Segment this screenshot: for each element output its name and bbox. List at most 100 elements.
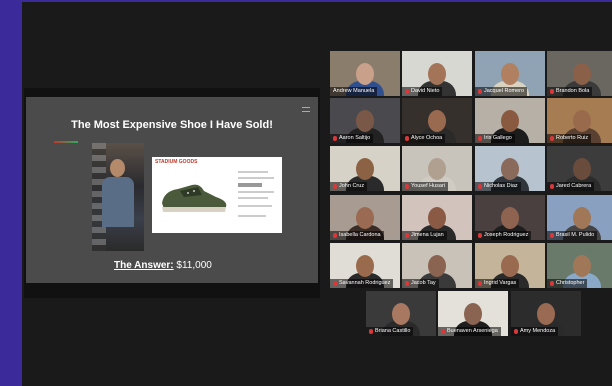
participant-name: John Cruz (339, 183, 365, 189)
muted-mic-icon (478, 89, 482, 94)
participant-tile[interactable]: Briana Castillo (366, 291, 436, 336)
participant-face (501, 110, 519, 132)
answer-label: The Answer: (114, 260, 174, 271)
participant-face (501, 255, 519, 277)
participant-tile[interactable]: John Cruz (330, 146, 400, 191)
participant-nametag: Andrew Manuela (330, 87, 378, 96)
participant-name: Brandon Bola (556, 88, 590, 94)
participant-tile[interactable]: Savannah Rodriguez (330, 243, 400, 288)
participant-face (573, 158, 591, 180)
participant-tile[interactable]: Isabella Cardona (330, 195, 400, 240)
participant-nametag: Brandon Bola (547, 87, 593, 96)
participant-face (573, 110, 591, 132)
participant-nametag: David Nieto (402, 87, 443, 96)
participant-face (573, 207, 591, 229)
slide-menu-icon (302, 107, 310, 112)
participant-nametag: Yousef Husari (402, 182, 449, 191)
participant-tile[interactable]: Amy Mendoza (511, 291, 581, 336)
muted-mic-icon (333, 233, 337, 238)
participant-tile[interactable]: Buenaven Arseniega (438, 291, 508, 336)
participant-name: Nicholas Diaz (484, 183, 518, 189)
participant-name: Jacquel Romero (484, 88, 525, 94)
participant-name: Jimena Lujan (411, 232, 444, 238)
shoe-listing-screenshot: STADIUM GOODS (152, 157, 282, 233)
muted-mic-icon (405, 281, 409, 286)
participant-name: Alyce Ochoa (411, 135, 443, 141)
participant-tile[interactable]: Brasil M. Pulido (547, 195, 612, 240)
presentation-slide: The Most Expensive Shoe I Have Sold! STA… (26, 97, 318, 283)
participant-tile[interactable]: Yousef Husari (402, 146, 472, 191)
participant-nametag: Jacob Tay (402, 279, 439, 288)
participant-tile[interactable]: Roberto Ruiz (547, 98, 612, 143)
participant-face (501, 63, 519, 85)
participant-nametag: Iris Gallego (475, 134, 515, 143)
participant-face (428, 110, 446, 132)
participant-nametag: Savannah Rodriguez (330, 279, 394, 288)
participant-tile[interactable]: Joseph Rodriguez (475, 195, 545, 240)
participant-tile[interactable]: Nicholas Diaz (475, 146, 545, 191)
muted-mic-icon (478, 233, 482, 238)
participant-tile[interactable]: Christopher (547, 243, 612, 288)
participant-nametag: Briana Castillo (366, 327, 414, 336)
muted-mic-icon (550, 233, 554, 238)
muted-mic-icon (405, 233, 409, 238)
participant-tile[interactable]: Jacob Tay (402, 243, 472, 288)
participant-nametag: Nicholas Diaz (475, 182, 521, 191)
participant-face (428, 63, 446, 85)
participant-tile[interactable]: Iris Gallego (475, 98, 545, 143)
participant-tile[interactable]: Brandon Bola (547, 51, 612, 96)
participant-tile[interactable]: Andrew Manuela (330, 51, 400, 96)
participant-tile[interactable]: Jared Cabrera (547, 146, 612, 191)
participant-tile[interactable]: Ingrid Vargas (475, 243, 545, 288)
participant-nametag: Buenaven Arseniega (438, 327, 501, 336)
participant-face (356, 63, 374, 85)
participant-nametag: Christopher (547, 279, 588, 288)
window-top-edge (22, 0, 612, 2)
window-left-edge (0, 0, 22, 386)
shared-screen: The Most Expensive Shoe I Have Sold! STA… (24, 88, 320, 298)
participant-face (501, 158, 519, 180)
participant-tile[interactable]: Alyce Ochoa (402, 98, 472, 143)
site-logo: STADIUM GOODS (155, 159, 198, 165)
participant-name: Isabella Cardona (339, 232, 381, 238)
muted-mic-icon (405, 89, 409, 94)
participant-nametag: Alyce Ochoa (402, 134, 446, 143)
participant-nametag: Ingrid Vargas (475, 279, 520, 288)
participant-nametag: Jared Cabrera (547, 182, 595, 191)
participant-nametag: Joseph Rodriguez (475, 231, 532, 240)
muted-mic-icon (333, 136, 337, 141)
participant-name: David Nieto (411, 88, 440, 94)
participant-name: Brasil M. Pulido (556, 232, 595, 238)
slide-accent-line (54, 141, 78, 143)
participant-nametag: Jacquel Romero (475, 87, 528, 96)
participant-tile[interactable]: Jimena Lujan (402, 195, 472, 240)
participant-tile[interactable]: Jacquel Romero (475, 51, 545, 96)
participant-face (392, 303, 410, 325)
participant-name: Roberto Ruiz (556, 135, 589, 141)
participant-name: Christopher (556, 280, 585, 286)
participant-tile[interactable]: Aaron Saltijo (330, 98, 400, 143)
answer-value: $11,000 (176, 260, 212, 271)
participant-nametag: Roberto Ruiz (547, 134, 592, 143)
participant-nametag: Amy Mendoza (511, 327, 559, 336)
muted-mic-icon (478, 184, 482, 189)
participant-nametag: Aaron Saltijo (330, 134, 374, 143)
participant-name: Aaron Saltijo (339, 135, 371, 141)
participant-name: Andrew Manuela (333, 88, 375, 94)
muted-mic-icon (550, 281, 554, 286)
participant-face (428, 207, 446, 229)
participant-face (537, 303, 555, 325)
participant-name: Jacob Tay (411, 280, 436, 286)
participant-nametag: Brasil M. Pulido (547, 231, 598, 240)
participant-tile[interactable]: David Nieto (402, 51, 472, 96)
participant-face (356, 158, 374, 180)
muted-mic-icon (550, 136, 554, 141)
participant-name: Joseph Rodriguez (484, 232, 529, 238)
muted-mic-icon (478, 136, 482, 141)
muted-mic-icon (550, 184, 554, 189)
muted-mic-icon (369, 329, 373, 334)
muted-mic-icon (550, 89, 554, 94)
muted-mic-icon (405, 184, 409, 189)
participant-face (356, 255, 374, 277)
muted-mic-icon (333, 281, 337, 286)
